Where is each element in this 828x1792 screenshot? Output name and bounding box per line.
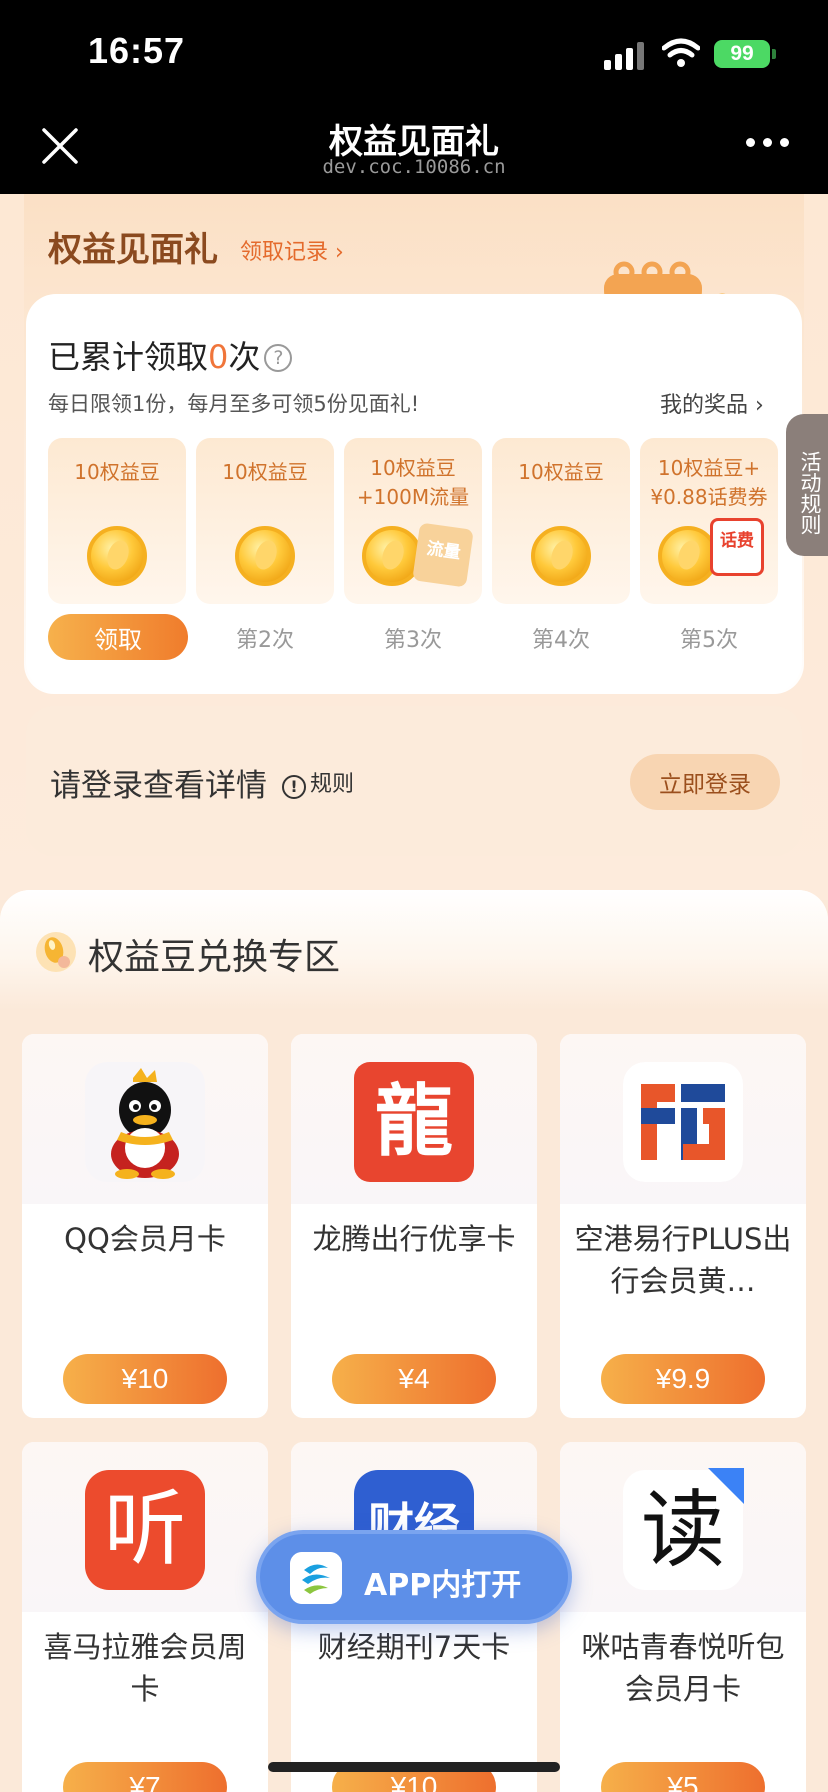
product-image: 听 [22,1442,268,1612]
activity-rules-tab[interactable]: 活动规则 [786,414,828,556]
open-in-app-label: APP内打开 [364,1568,522,1603]
china-mobile-icon [290,1552,342,1604]
traffic-ticket-icon: 流量 [412,522,474,588]
claim-button[interactable]: 领取 [48,614,188,660]
product-name: 空港易行PLUS出行会员黄… [574,1222,792,1298]
reward-order-2: 第2次 [236,628,294,653]
product-name: QQ会员月卡 [64,1222,226,1256]
reward-tile-3: 10权益豆 +100M流量 流量 [344,438,482,604]
reward-title: 10权益豆+ ¥0.88话费券 [650,456,768,509]
claimed-suffix: 次 [228,338,261,376]
price-button[interactable]: ¥9.9 [601,1354,765,1404]
airport-logo-icon [623,1062,743,1182]
info-icon: ! [282,775,306,799]
my-prizes-link[interactable]: 我的奖品 › [660,387,764,419]
home-indicator [268,1762,560,1772]
exchange-title: 权益豆兑换专区 [88,937,341,978]
product-card[interactable]: QQ会员月卡 ¥10 [22,1034,268,1418]
login-prompt: 请登录查看详情 [50,768,267,804]
coin-icon [362,526,422,586]
reward-order-5: 第5次 [680,628,738,653]
page-url: dev.coc.10086.cn [322,156,506,178]
ximalaya-logo-icon: 听 [85,1470,205,1590]
rules-link[interactable]: ! 规则 [282,766,354,799]
open-in-app-button[interactable]: APP内打开 [256,1530,572,1624]
status-time: 16:57 [88,30,186,71]
reward-tile-1: 10权益豆 [48,438,186,604]
product-image [22,1034,268,1204]
limit-text: 每日限领1份，每月至多可领5份见面礼! [48,392,420,416]
battery-indicator: 99 [714,40,770,68]
product-image: 读 [560,1442,806,1612]
gift-heading: 权益见面礼 [48,230,218,270]
status-bar: 16:57 99 [0,0,828,100]
reward-tile-4: 10权益豆 [492,438,630,604]
battery-level: 99 [730,42,754,65]
gift-section: 权益见面礼 领取记录 › 已累计领取0次? 每日限领1份，每月至多可领5份见面礼… [0,194,828,900]
reward-tile-2: 10权益豆 [196,438,334,604]
product-name: 咪咕青春悦听包会员月卡 [581,1630,785,1706]
claimed-prefix: 已累计领取 [48,338,209,376]
reward-title: 10权益豆 +100M流量 [356,456,470,509]
battery-cap [772,49,776,59]
exchange-section: 权益豆兑换专区 QQ会员月卡 ¥10 龍 龙腾出行优享卡 ¥4 空港易行PLUS… [0,890,828,1792]
reward-title: 10权益豆 [222,460,308,484]
reward-title: 10权益豆 [518,460,604,484]
coin-icon [87,526,147,586]
reward-title: 10权益豆 [74,460,160,484]
coin-icon [235,526,295,586]
product-card[interactable]: 龍 龙腾出行优享卡 ¥4 [291,1034,537,1418]
signal-icon [604,42,644,70]
qq-logo-icon [85,1062,205,1182]
reward-order-4: 第4次 [532,628,590,653]
product-card[interactable]: 空港易行PLUS出行会员黄… ¥9.9 [560,1034,806,1418]
coin-icon [531,526,591,586]
bean-icon [36,932,76,972]
more-icon[interactable] [746,138,790,152]
help-icon[interactable]: ? [264,344,293,372]
nav-bar: 权益见面礼 dev.coc.10086.cn [0,100,828,194]
claimed-count-label: 已累计领取0次? [48,332,293,378]
product-name: 财经期刊7天卡 [317,1630,511,1664]
claimed-count: 0 [208,338,229,376]
price-button[interactable]: ¥4 [332,1354,496,1404]
product-name: 龙腾出行优享卡 [312,1222,516,1256]
phone-bill-ticket-icon: 话费 [710,518,764,576]
product-image: 龍 [291,1034,537,1204]
reward-order-3: 第3次 [384,628,442,653]
price-button[interactable]: ¥7 [63,1762,227,1792]
product-card[interactable]: 读 咪咕青春悦听包会员月卡 ¥5 [560,1442,806,1792]
record-link[interactable]: 领取记录 › [240,234,344,266]
price-button[interactable]: ¥10 [63,1354,227,1404]
longteng-logo-icon: 龍 [354,1062,474,1182]
product-name: 喜马拉雅会员周卡 [43,1630,247,1706]
reward-tile-5: 10权益豆+ ¥0.88话费券 话费 [640,438,778,604]
product-card[interactable]: 听 喜马拉雅会员周卡 ¥7 [22,1442,268,1792]
price-button[interactable]: ¥5 [601,1762,765,1792]
rules-label: 规则 [310,772,355,797]
login-card: 请登录查看详情 ! 规则 立即登录 [26,706,802,856]
coin-icon [658,526,718,586]
login-button[interactable]: 立即登录 [630,754,780,810]
wifi-icon [662,38,700,67]
product-image [560,1034,806,1204]
5g-badge-icon [708,1468,744,1504]
